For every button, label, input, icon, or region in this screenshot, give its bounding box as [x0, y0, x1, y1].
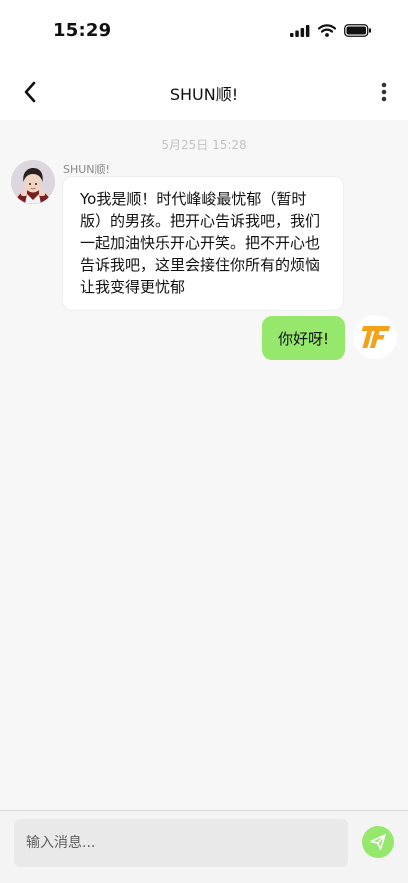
- nav-bar: SHUN顺!: [0, 64, 408, 120]
- more-options-button[interactable]: [372, 76, 396, 108]
- status-icons: [290, 24, 372, 37]
- status-time: 15:29: [53, 20, 112, 41]
- wifi-icon: [318, 24, 336, 37]
- outgoing-message-bubble[interactable]: 你好呀!: [261, 316, 345, 360]
- chat-timestamp: 5月25日 15:28: [161, 138, 247, 152]
- tf-logo-icon: TF: [359, 323, 391, 348]
- battery-icon: [344, 24, 371, 37]
- more-vertical-icon: [381, 82, 387, 102]
- send-button[interactable]: [362, 826, 394, 858]
- contact-avatar[interactable]: [11, 160, 55, 204]
- cellular-signal-icon: [290, 24, 310, 37]
- svg-text:TF: TF: [359, 323, 361, 324]
- sender-name: SHUN顺!: [63, 163, 110, 176]
- status-bar: 15:29: [0, 0, 408, 64]
- message-input[interactable]: [14, 819, 348, 867]
- send-icon: [370, 834, 386, 850]
- user-avatar[interactable]: TF: [353, 315, 397, 359]
- chat-area[interactable]: 5月25日 15:28 SHUN顺! Yo我是顺！时代峰峻最忧郁（暂时版）的男孩…: [0, 120, 408, 810]
- incoming-message-bubble[interactable]: Yo我是顺！时代峰峻最忧郁（暂时版）的男孩。把开心告诉我吧，我们一起加油快乐开心…: [62, 176, 344, 311]
- avatar-portrait-icon: [11, 160, 55, 204]
- page-title: SHUN顺!: [169, 85, 239, 104]
- input-bar: [0, 810, 408, 883]
